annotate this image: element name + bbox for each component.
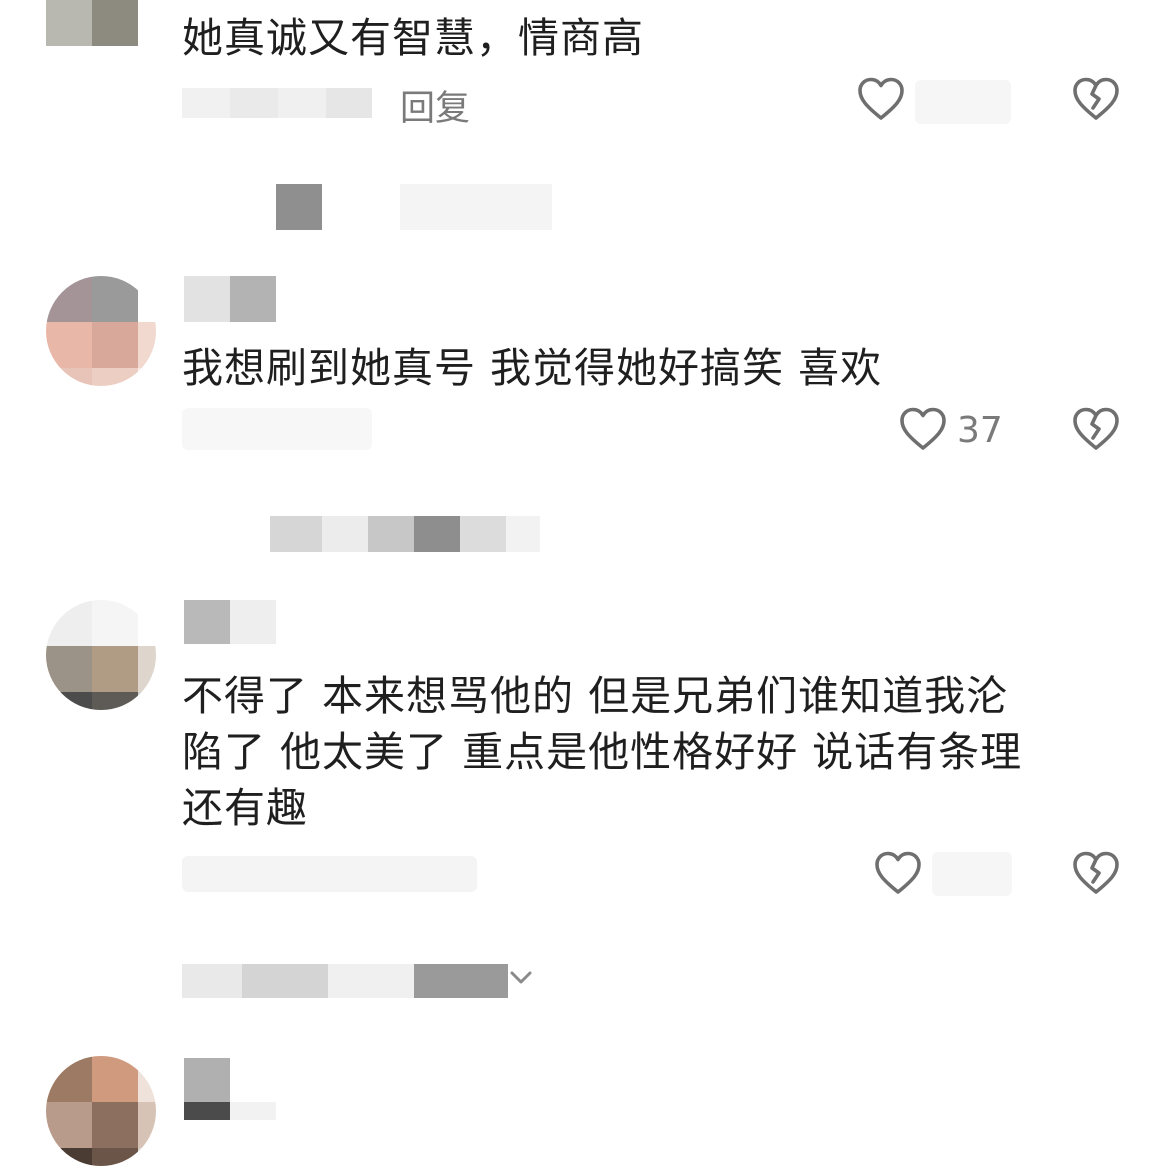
like-count-blurred [932, 852, 1012, 896]
comment-text: 我想刷到她真号 我觉得她好搞笑 喜欢 [182, 340, 882, 396]
comment-line: 还有趣 [182, 784, 308, 832]
reply-button[interactable]: 回复 [400, 80, 470, 131]
expand-replies-blurred[interactable] [182, 184, 552, 230]
comment-date-blurred [182, 856, 477, 892]
heart-outline-icon[interactable] [873, 849, 923, 899]
comment-date-blurred [182, 88, 372, 118]
heart-outline-icon[interactable] [898, 405, 948, 455]
comment-line: 我想刷到她真号 我觉得她好搞笑 喜欢 [182, 344, 883, 392]
expand-replies-blurred[interactable] [182, 964, 508, 998]
comment-line: 她真诚又有智慧，情商高 [182, 14, 644, 62]
avatar[interactable] [46, 600, 156, 710]
chevron-down-icon[interactable] [508, 966, 534, 990]
broken-heart-icon[interactable] [1071, 75, 1121, 125]
avatar[interactable] [46, 276, 156, 386]
comment-text: 不得了 本来想骂他的 但是兄弟们谁知道我沦 陷了 他太美了 重点是他性格好好 说… [182, 668, 1022, 836]
like-count-blurred [915, 80, 1011, 124]
comment-date-blurred [182, 408, 372, 450]
username-blurred [184, 276, 276, 322]
like-count: 37 [957, 410, 1003, 451]
broken-heart-icon[interactable] [1071, 405, 1121, 455]
username-blurred [184, 600, 276, 644]
avatar[interactable] [46, 0, 138, 46]
avatar[interactable] [46, 1056, 156, 1166]
broken-heart-icon[interactable] [1071, 849, 1121, 899]
comment-line: 不得了 本来想骂他的 但是兄弟们谁知道我沦 [182, 672, 1009, 720]
username-blurred [184, 1058, 276, 1120]
comment-text: 她真诚又有智慧，情商高 [182, 10, 644, 66]
expand-replies-blurred[interactable] [270, 516, 540, 552]
heart-outline-icon[interactable] [856, 75, 906, 125]
comment-line: 陷了 他太美了 重点是他性格好好 说话有条理 [182, 728, 1023, 776]
